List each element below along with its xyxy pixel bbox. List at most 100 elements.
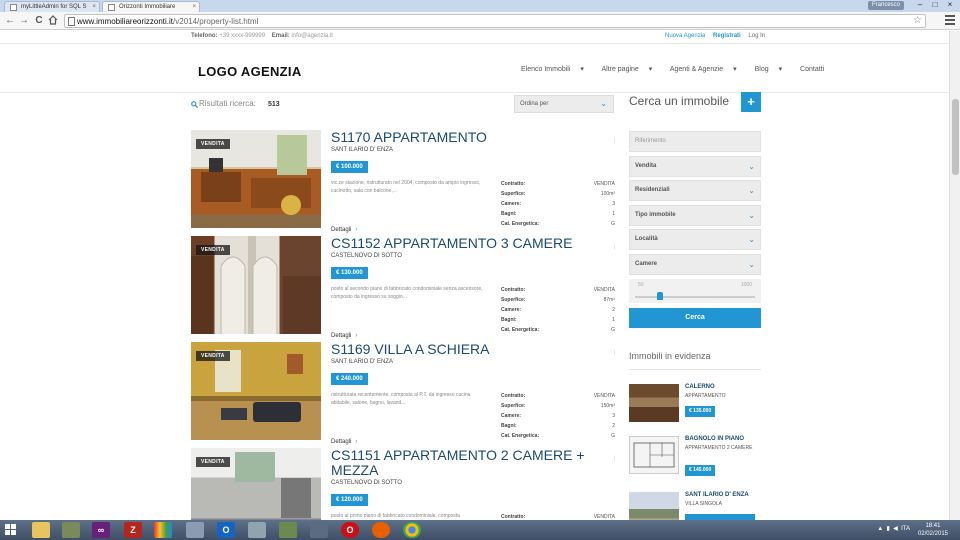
spec-value: 3 <box>612 201 615 207</box>
opera-icon[interactable]: O <box>341 522 359 538</box>
spec-value: G <box>611 221 615 227</box>
details-link[interactable]: Dettagli › <box>331 439 357 445</box>
featured-price: € 145.000 <box>685 465 716 476</box>
firefox-icon[interactable] <box>372 522 390 538</box>
taskbar-app-icon[interactable] <box>248 522 266 538</box>
listing-title[interactable]: S1169 VILLA A SCHIERA <box>331 342 611 357</box>
nav-blog[interactable]: Blog ▾ <box>755 66 790 73</box>
category-select[interactable]: Residenziali ⌄ <box>629 180 761 201</box>
chrome-menu-icon[interactable] <box>945 15 955 25</box>
featured-name[interactable]: CALERNO <box>685 384 715 390</box>
listing-specs: Contratto: VENDITA <box>501 512 615 520</box>
sale-badge: VENDITA <box>196 139 230 149</box>
featured-floorplan[interactable] <box>629 436 679 474</box>
paint-icon[interactable] <box>154 522 172 538</box>
slider-handle[interactable] <box>657 292 663 300</box>
spec-value: G <box>611 327 615 333</box>
tab-close-icon[interactable]: × <box>92 2 96 12</box>
web-page: Telefono: +39 xxxx-999999 Email: info@ag… <box>0 31 949 520</box>
tab-orizzonti[interactable]: Orizzonti Immobiliare × <box>102 1 200 12</box>
outlook-icon[interactable]: O <box>217 522 235 538</box>
maximize-icon[interactable]: □ <box>929 0 941 10</box>
property-photo[interactable]: VENDITA <box>191 342 321 440</box>
featured-item[interactable]: CALERNO APPARTAMENTO € 135.000 <box>629 384 761 432</box>
login-link[interactable]: Log In <box>748 33 765 39</box>
bookmark-star-icon[interactable]: ☆ <box>913 15 922 27</box>
spec-value: G <box>611 433 615 439</box>
featured-thumbnail[interactable] <box>629 492 679 520</box>
listing-title[interactable]: CS1152 APPARTAMENTO 3 CAMERE <box>331 236 611 251</box>
sort-by-select[interactable]: Ordina per ⌄ <box>514 95 614 113</box>
back-arrow-icon[interactable]: ← <box>4 15 16 27</box>
details-link[interactable]: Dettagli › <box>331 227 357 233</box>
taskbar-app-icon[interactable] <box>310 522 328 538</box>
featured-name[interactable]: BAGNOLO IN PIANO <box>685 436 744 442</box>
spec-label: Contratto: <box>501 393 526 399</box>
listing-title[interactable]: CS1151 APPARTAMENTO 2 CAMERE + MEZZA <box>331 448 611 478</box>
file-explorer-icon[interactable] <box>32 522 50 538</box>
clock-date: 02/02/2015 <box>917 531 948 537</box>
nav-elenco-immobili[interactable]: Elenco Immobili ▾ <box>521 66 592 73</box>
property-photo[interactable]: VENDITA <box>191 236 321 334</box>
windows-start-icon[interactable] <box>5 524 17 536</box>
property-type-select[interactable]: Tipo immobile ⌄ <box>629 205 761 226</box>
search-button[interactable]: Cerca <box>629 308 761 328</box>
minimize-icon[interactable]: – <box>914 0 926 10</box>
spec-value: VENDITA <box>593 181 615 187</box>
tab-mylittleadmin[interactable]: myLittleAdmin for SQL S × <box>4 1 100 12</box>
contract-select[interactable]: Vendita ⌄ <box>629 156 761 177</box>
spec-label: Camere: <box>501 413 522 419</box>
chevron-down-icon: ⌄ <box>600 99 607 108</box>
location-select[interactable]: Località ⌄ <box>629 229 761 250</box>
listing-specs: Contratto: VENDITA Superfice: 100m² Camere… <box>501 179 615 229</box>
browser-user-badge[interactable]: Francesco <box>867 1 904 10</box>
rooms-select[interactable]: Camere ⌄ <box>629 254 761 275</box>
taskbar-app-icon[interactable] <box>62 522 80 538</box>
filezilla-icon[interactable]: Z <box>124 522 142 538</box>
taskbar-app-icon[interactable] <box>279 522 297 538</box>
featured-name[interactable]: SANT ILARIO D' ENZA <box>685 492 749 498</box>
scrollbar-thumb[interactable] <box>952 99 959 175</box>
nav-contatti[interactable]: Contatti <box>800 66 824 73</box>
taskbar-clock[interactable]: 18:41 02/02/2015 <box>918 522 948 538</box>
listing-title[interactable]: S1170 APPARTAMENTO <box>331 130 611 145</box>
chevron-up-icon[interactable]: ▲ <box>877 526 883 532</box>
network-icon[interactable]: ▮ <box>886 526 889 532</box>
home-icon[interactable] <box>47 15 59 27</box>
spec-label: Bagni: <box>501 317 517 323</box>
nav-agenti-agenzie[interactable]: Agenti & Agenzie ▾ <box>670 66 745 73</box>
search-panel-title: Cerca un immobile <box>629 94 730 108</box>
chrome-icon[interactable] <box>403 522 421 538</box>
reference-input[interactable]: Riferimento <box>629 131 761 152</box>
forward-arrow-icon[interactable]: → <box>18 15 30 27</box>
plus-icon[interactable]: + <box>741 92 761 112</box>
visual-studio-icon[interactable]: ∞ <box>92 522 110 538</box>
property-photo[interactable]: VENDITA <box>191 448 321 520</box>
featured-thumbnail[interactable] <box>629 384 679 422</box>
address-bar-input[interactable]: www.immobiliareorizzonti.it/v2014/proper… <box>64 14 926 28</box>
site-logo[interactable]: LOGO AGENZIA <box>198 64 302 79</box>
search-icon <box>191 101 199 110</box>
divider <box>0 43 949 44</box>
spec-value: 100m² <box>600 191 615 197</box>
property-photo[interactable]: VENDITA <box>191 130 321 228</box>
slider-track[interactable] <box>635 296 755 298</box>
featured-item[interactable]: BAGNOLO IN PIANO APPARTAMENTO 2 CAMERE €… <box>629 436 761 484</box>
listing-location: CASTELNOVO DI SOTTO <box>331 480 402 486</box>
page-scrollbar[interactable] <box>949 31 960 520</box>
register-link[interactable]: Registrati <box>713 33 741 39</box>
listing-specs: Contratto: VENDITA Superfice: 87m² Camere:… <box>501 285 615 335</box>
reload-icon[interactable]: C <box>33 15 45 27</box>
close-window-icon[interactable]: × <box>944 0 956 10</box>
new-agency-link[interactable]: Nuova Agenzia <box>665 33 705 39</box>
nav-altre-pagine[interactable]: Altre pagine ▾ <box>601 66 660 73</box>
tab-close-icon[interactable]: × <box>192 2 196 12</box>
browser-toolbar: ← → C www.immobiliareorizzonti.it/v2014/… <box>0 12 960 30</box>
language-indicator[interactable]: ITA <box>901 526 910 532</box>
taskbar-app-icon[interactable] <box>186 522 204 538</box>
volume-icon[interactable]: ◀ <box>893 526 898 532</box>
main-navigation: Elenco Immobili ▾ Altre pagine ▾ Agenti … <box>521 65 832 73</box>
details-link[interactable]: Dettagli › <box>331 333 357 339</box>
tab-title: myLittleAdmin for SQL S <box>21 4 87 10</box>
featured-item[interactable]: SANT ILARIO D' ENZA VILLA SINGOLA <box>629 492 761 520</box>
